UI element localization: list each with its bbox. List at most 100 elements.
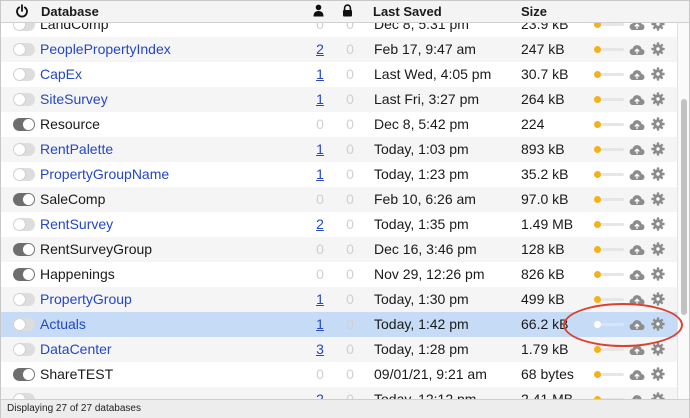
gear-icon[interactable]: [651, 23, 665, 31]
user-count[interactable]: 1: [314, 91, 326, 108]
cloud-upload-icon[interactable]: [629, 68, 645, 81]
database-name[interactable]: LandComp: [40, 23, 109, 33]
sync-slider[interactable]: [594, 371, 624, 378]
database-name[interactable]: RentSurvey: [40, 216, 113, 233]
slider-dot[interactable]: [594, 23, 601, 28]
enable-toggle[interactable]: [13, 268, 35, 281]
enable-toggle[interactable]: [13, 368, 35, 381]
enable-toggle[interactable]: [13, 243, 35, 256]
enable-toggle[interactable]: [13, 23, 35, 31]
sync-slider[interactable]: [594, 246, 624, 253]
cloud-upload-icon[interactable]: [629, 193, 645, 206]
table-row[interactable]: Happenings 0 0 Nov 29, 12:26 pm 826 kB: [1, 262, 677, 287]
enable-toggle[interactable]: [13, 118, 35, 131]
database-name[interactable]: PropertyGroup: [40, 291, 132, 308]
enable-toggle[interactable]: [13, 68, 35, 81]
cloud-upload-icon[interactable]: [629, 368, 645, 381]
slider-dot[interactable]: [594, 221, 601, 228]
cloud-upload-icon[interactable]: [629, 143, 645, 156]
cloud-upload-icon[interactable]: [629, 318, 645, 331]
enable-toggle[interactable]: [13, 318, 35, 331]
gear-icon[interactable]: [651, 392, 665, 399]
database-name[interactable]: Resource: [40, 116, 100, 133]
enable-toggle[interactable]: [13, 143, 35, 156]
slider-dot[interactable]: [594, 371, 601, 378]
user-icon[interactable]: [313, 4, 324, 20]
table-row[interactable]: RentPalette 1 0 Today, 1:03 pm 893 kB: [1, 137, 677, 162]
gear-icon[interactable]: [651, 292, 665, 306]
sync-slider[interactable]: [594, 71, 624, 78]
user-count[interactable]: 2: [314, 216, 326, 233]
sync-slider[interactable]: [594, 321, 624, 328]
user-count[interactable]: 0: [314, 191, 326, 208]
cloud-upload-icon[interactable]: [629, 218, 645, 231]
lock-icon[interactable]: [342, 4, 353, 20]
cloud-upload-icon[interactable]: [629, 93, 645, 106]
enable-toggle[interactable]: [13, 293, 35, 306]
sync-slider[interactable]: [594, 146, 624, 153]
database-name[interactable]: SaleComp: [40, 191, 105, 208]
enable-toggle[interactable]: [13, 168, 35, 181]
cloud-upload-icon[interactable]: [629, 343, 645, 356]
column-last-saved[interactable]: Last Saved: [373, 5, 442, 19]
table-row[interactable]: DataCenter 3 0 Today, 1:28 pm 1.79 kB: [1, 337, 677, 362]
user-count[interactable]: 0: [314, 23, 326, 33]
database-name[interactable]: CapEx: [40, 66, 82, 83]
sync-slider[interactable]: [594, 121, 624, 128]
gear-icon[interactable]: [651, 67, 665, 81]
gear-icon[interactable]: [651, 142, 665, 156]
table-row[interactable]: LandComp 0 0 Dec 8, 5:31 pm 23.9 kB: [1, 23, 677, 37]
database-name[interactable]: PropertyGroupName: [40, 166, 169, 183]
database-name[interactable]: ShareTEST: [40, 366, 113, 383]
gear-icon[interactable]: [651, 42, 665, 56]
cloud-upload-icon[interactable]: [629, 268, 645, 281]
sync-slider[interactable]: [594, 221, 624, 228]
database-name[interactable]: Actuals: [40, 316, 86, 333]
table-row[interactable]: PeoplePropertyIndex 2 0 Feb 17, 9:47 am …: [1, 37, 677, 62]
scrollbar-thumb[interactable]: [681, 99, 687, 315]
table-row[interactable]: RentSurvey 2 0 Today, 1:35 pm 1.49 MB: [1, 212, 677, 237]
slider-dot[interactable]: [594, 46, 601, 53]
gear-icon[interactable]: [651, 242, 665, 256]
sync-slider[interactable]: [594, 346, 624, 353]
enable-toggle[interactable]: [13, 43, 35, 56]
slider-dot[interactable]: [594, 196, 601, 203]
table-row[interactable]: CapEx 1 0 Last Wed, 4:05 pm 30.7 kB: [1, 62, 677, 87]
slider-dot[interactable]: [594, 246, 601, 253]
table-row[interactable]: PropertyGroupName 1 0 Today, 1:23 pm 35.…: [1, 162, 677, 187]
slider-dot[interactable]: [594, 321, 601, 328]
column-database[interactable]: Database: [41, 5, 99, 19]
table-row[interactable]: ShareTEST 0 0 09/01/21, 9:21 am 68 bytes: [1, 362, 677, 387]
gear-icon[interactable]: [651, 92, 665, 106]
user-count[interactable]: 3: [314, 341, 326, 358]
sync-slider[interactable]: [594, 296, 624, 303]
cloud-upload-icon[interactable]: [629, 23, 645, 31]
sync-slider[interactable]: [594, 196, 624, 203]
gear-icon[interactable]: [651, 367, 665, 381]
user-count[interactable]: 2: [314, 391, 326, 399]
vertical-scrollbar[interactable]: [677, 23, 689, 399]
slider-dot[interactable]: [594, 271, 601, 278]
database-name[interactable]: SiteSurvey: [40, 91, 108, 108]
enable-toggle[interactable]: [13, 218, 35, 231]
user-count[interactable]: 2: [314, 41, 326, 58]
gear-icon[interactable]: [651, 267, 665, 281]
gear-icon[interactable]: [651, 342, 665, 356]
slider-dot[interactable]: [594, 346, 601, 353]
sync-slider[interactable]: [594, 271, 624, 278]
cloud-upload-icon[interactable]: [629, 168, 645, 181]
sync-slider[interactable]: [594, 96, 624, 103]
column-size[interactable]: Size: [521, 5, 547, 19]
user-count[interactable]: 0: [314, 366, 326, 383]
enable-toggle[interactable]: [13, 93, 35, 106]
gear-icon[interactable]: [651, 217, 665, 231]
user-count[interactable]: 1: [314, 66, 326, 83]
slider-dot[interactable]: [594, 146, 601, 153]
user-count[interactable]: 0: [314, 266, 326, 283]
gear-icon[interactable]: [651, 192, 665, 206]
user-count[interactable]: 0: [314, 241, 326, 258]
table-row[interactable]: Resource 0 0 Dec 8, 5:42 pm 224: [1, 112, 677, 137]
enable-toggle[interactable]: [13, 343, 35, 356]
cloud-upload-icon[interactable]: [629, 118, 645, 131]
cloud-upload-icon[interactable]: [629, 293, 645, 306]
